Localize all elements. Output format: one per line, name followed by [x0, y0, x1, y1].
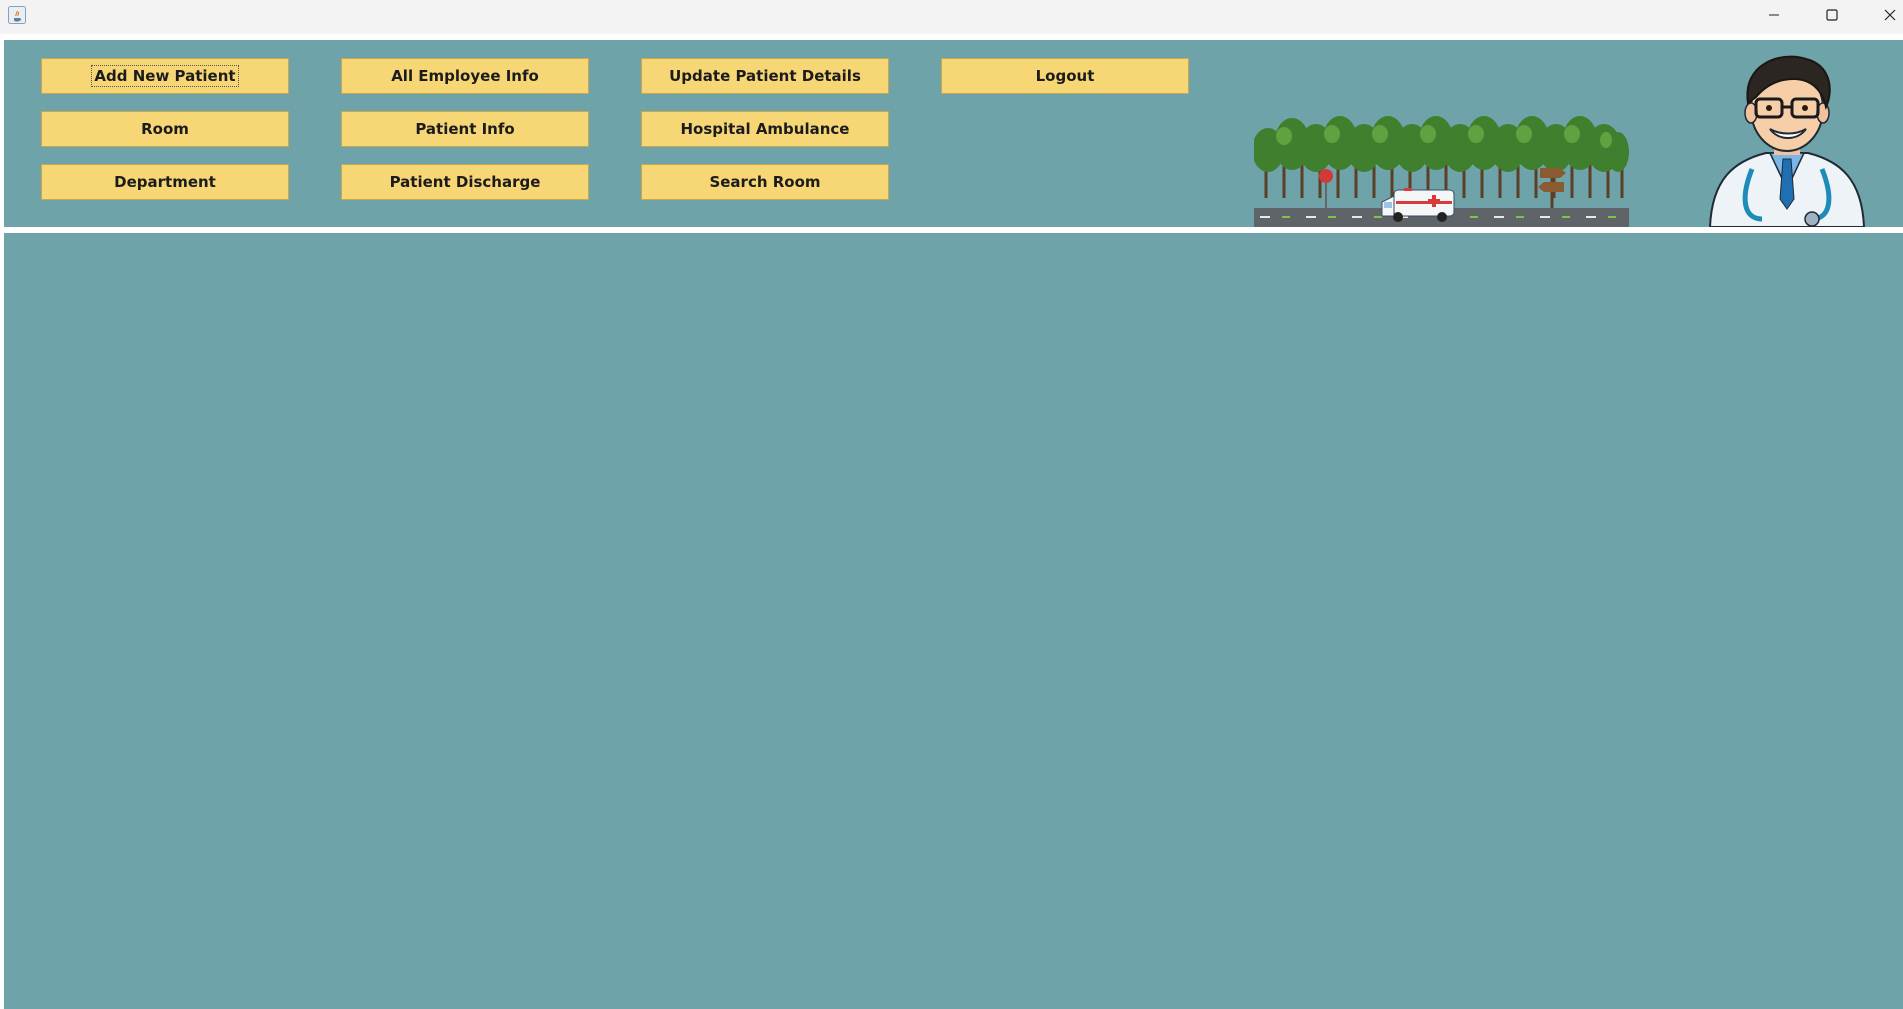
update-patient-details-button[interactable]: Update Patient Details: [641, 58, 889, 94]
stethoscope-chest-piece: [1804, 211, 1820, 227]
button-label: Search Room: [709, 173, 821, 191]
java-app-icon[interactable]: [8, 6, 26, 24]
hospital-ambulance-button[interactable]: Hospital Ambulance: [641, 111, 889, 147]
doctor-avatar-illustration: [1708, 55, 1866, 227]
tie: [1779, 158, 1795, 210]
patient-discharge-button[interactable]: Patient Discharge: [341, 164, 589, 200]
ambulance-road-illustration: [1254, 116, 1629, 227]
button-label: Hospital Ambulance: [680, 120, 850, 138]
patient-info-button[interactable]: Patient Info: [341, 111, 589, 147]
department-button[interactable]: Department: [41, 164, 289, 200]
close-button[interactable]: [1861, 0, 1903, 30]
all-employee-info-button[interactable]: All Employee Info: [341, 58, 589, 94]
minimize-button[interactable]: [1745, 0, 1803, 30]
main-frame: Add New Patient All Employee Info Update…: [4, 40, 1903, 1009]
button-label: Patient Discharge: [389, 173, 541, 191]
menu-panel: Add New Patient All Employee Info Update…: [4, 40, 1903, 227]
maximize-button[interactable]: [1803, 0, 1861, 30]
content-area: [4, 233, 1903, 1009]
button-label: Update Patient Details: [669, 67, 861, 85]
tree-canopy: [1254, 116, 1629, 172]
button-label: Department: [114, 173, 216, 191]
room-button[interactable]: Room: [41, 111, 289, 147]
button-label: Patient Info: [415, 120, 515, 138]
add-new-patient-button[interactable]: Add New Patient: [41, 58, 289, 94]
button-label: All Employee Info: [391, 67, 539, 85]
logout-button[interactable]: Logout: [941, 58, 1189, 94]
maximize-icon: [1826, 9, 1838, 21]
button-label: Room: [141, 120, 189, 138]
button-label: Add New Patient: [91, 65, 239, 87]
search-room-button[interactable]: Search Room: [641, 164, 889, 200]
signpost: [1538, 168, 1566, 208]
button-label: Logout: [1035, 67, 1095, 85]
minimize-icon: [1769, 14, 1779, 16]
title-bar: [0, 0, 1903, 34]
close-icon: [1884, 9, 1896, 21]
